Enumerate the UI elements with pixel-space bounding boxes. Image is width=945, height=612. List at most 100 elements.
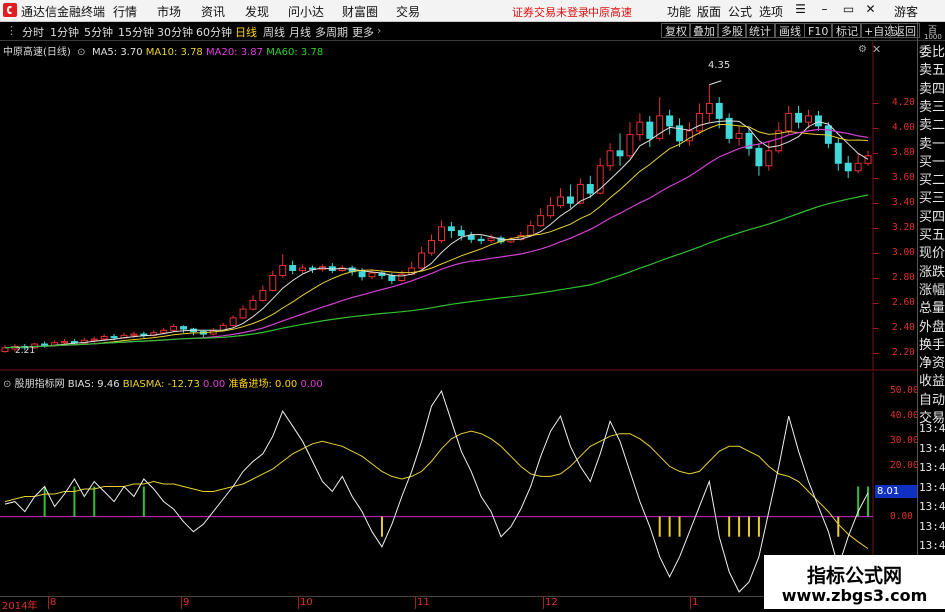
side-item[interactable]: 总量: [919, 300, 945, 318]
candle-body: [140, 333, 148, 336]
candle-body: [170, 326, 178, 331]
menu-icon[interactable]: ☰: [792, 1, 809, 18]
tongji-button[interactable]: 统计: [745, 23, 775, 38]
ready-signal-bar: [678, 516, 681, 537]
side-item[interactable]: 净资: [919, 355, 945, 373]
price-tick-mark: [873, 153, 878, 155]
side-item[interactable]: 买五: [919, 227, 945, 245]
menu-faxian[interactable]: 发现: [245, 3, 269, 20]
date-tick: [690, 596, 691, 609]
side-item[interactable]: 卖二: [919, 117, 945, 135]
legend-toggle-icon[interactable]: ⊙: [74, 47, 89, 58]
side-item[interactable]: 卖三: [919, 99, 945, 117]
menu-gongshi[interactable]: 公式: [728, 3, 752, 20]
minimize-icon[interactable]: –: [816, 1, 833, 18]
side-item[interactable]: 买三: [919, 190, 945, 208]
side-item[interactable]: 现价: [919, 245, 945, 263]
candle-body: [100, 336, 108, 340]
chart-close-icon[interactable]: ✕: [872, 43, 881, 56]
tab-more[interactable]: 更多: [352, 24, 374, 40]
side-item[interactable]: 外盘: [919, 319, 945, 337]
side-item[interactable]: 涨跌: [919, 264, 945, 282]
biaoji-button[interactable]: 标记: [832, 23, 862, 38]
duogu-button[interactable]: 多股: [717, 23, 747, 38]
chart-settings-icon[interactable]: ⚙: [858, 44, 867, 55]
date-tick: [415, 596, 416, 609]
price-tick-mark: [873, 352, 878, 354]
legend-ma5: MA5: 3.70: [91, 47, 143, 58]
side-item[interactable]: 卖四: [919, 81, 945, 99]
candle-body: [864, 155, 872, 164]
candle-body: [606, 150, 614, 167]
candle-body: [477, 238, 485, 242]
menu-caifuquan[interactable]: 财富圈: [342, 3, 378, 20]
ready-signal-bar: [738, 516, 741, 537]
tab-5min[interactable]: 5分钟: [84, 24, 113, 40]
close-icon[interactable]: ✕: [862, 1, 879, 18]
tab-1min[interactable]: 1分钟: [50, 24, 79, 40]
huaxian-button[interactable]: 画线: [775, 23, 805, 38]
date-tick: [181, 596, 182, 609]
date-label: 9: [183, 597, 190, 608]
ready-signal-bar: [728, 516, 731, 537]
candle-body: [705, 102, 713, 114]
candle-body: [626, 134, 634, 157]
tab-multi-period[interactable]: 多周期: [315, 24, 348, 40]
menu-xuanxiang[interactable]: 选项: [759, 3, 783, 20]
legend-ready: 准备进场: 0.00: [228, 379, 298, 390]
candle-body: [368, 272, 376, 278]
menu-hangqing[interactable]: 行情: [113, 3, 137, 20]
more-arrow-icon[interactable]: ›: [377, 24, 381, 37]
side-item[interactable]: 委比: [919, 44, 945, 62]
ready-signal-bar: [658, 516, 661, 537]
menu-shichang[interactable]: 市场: [157, 3, 181, 20]
back-button[interactable]: 返回: [890, 23, 920, 38]
tab-15min[interactable]: 15分钟: [118, 24, 154, 40]
side-item[interactable]: 自动: [919, 392, 945, 410]
maximize-icon[interactable]: ▭: [840, 1, 857, 18]
fuquan-button[interactable]: 复权: [661, 23, 691, 38]
side-item[interactable]: 卖一: [919, 136, 945, 154]
side-time: 13:42: [919, 480, 945, 494]
toolbar-grip-icon: ⋮: [6, 24, 17, 37]
side-item[interactable]: 收益: [919, 373, 945, 391]
side-item[interactable]: 买四: [919, 209, 945, 227]
menu-banmian[interactable]: 版面: [697, 3, 721, 20]
candle-body: [636, 121, 644, 136]
menu-gongneng[interactable]: 功能: [667, 3, 691, 20]
high-annotation: 4.35: [708, 60, 731, 71]
tab-monthly[interactable]: 月线: [289, 24, 311, 40]
side-item[interactable]: 卖五: [919, 62, 945, 80]
side-item[interactable]: 换手: [919, 337, 945, 355]
menu-wenxiaoda[interactable]: 问小达: [288, 3, 324, 20]
candlestick-chart[interactable]: [0, 41, 918, 371]
date-label: 8: [50, 597, 57, 608]
side-item[interactable]: 买二: [919, 172, 945, 190]
f10-button[interactable]: F10: [804, 23, 833, 38]
indicator-toggle-icon[interactable]: ⊙: [3, 379, 11, 390]
legend-v2: 0.00: [300, 379, 323, 390]
side-item[interactable]: 买一: [919, 154, 945, 172]
candle-body: [229, 317, 237, 326]
candle-body: [130, 333, 138, 336]
guest-label[interactable]: 游客: [894, 3, 918, 20]
diejia-button[interactable]: 叠加: [689, 23, 719, 38]
tab-daily[interactable]: 日线: [235, 24, 257, 40]
trade-login-warning[interactable]: 证券交易未登录: [512, 4, 589, 20]
menu-zixun[interactable]: 资讯: [201, 3, 225, 20]
candle-body: [249, 299, 257, 310]
indicator-tick: 50.00: [890, 385, 919, 397]
tab-fenshi[interactable]: 分时: [22, 24, 44, 40]
tab-60min[interactable]: 60分钟: [196, 24, 232, 40]
ready-signal-bar: [668, 516, 671, 537]
side-item[interactable]: 涨幅: [919, 282, 945, 300]
price-tick-mark: [873, 178, 878, 180]
tab-weekly[interactable]: 周线: [263, 24, 285, 40]
side-time: 13:42: [919, 461, 945, 474]
candle-body: [457, 230, 465, 237]
candle-body: [110, 336, 118, 339]
side-time: 13:42: [919, 441, 945, 455]
menu-jiaoyi[interactable]: 交易: [396, 3, 420, 20]
tab-30min[interactable]: 30分钟: [157, 24, 193, 40]
date-tick: [298, 596, 299, 609]
